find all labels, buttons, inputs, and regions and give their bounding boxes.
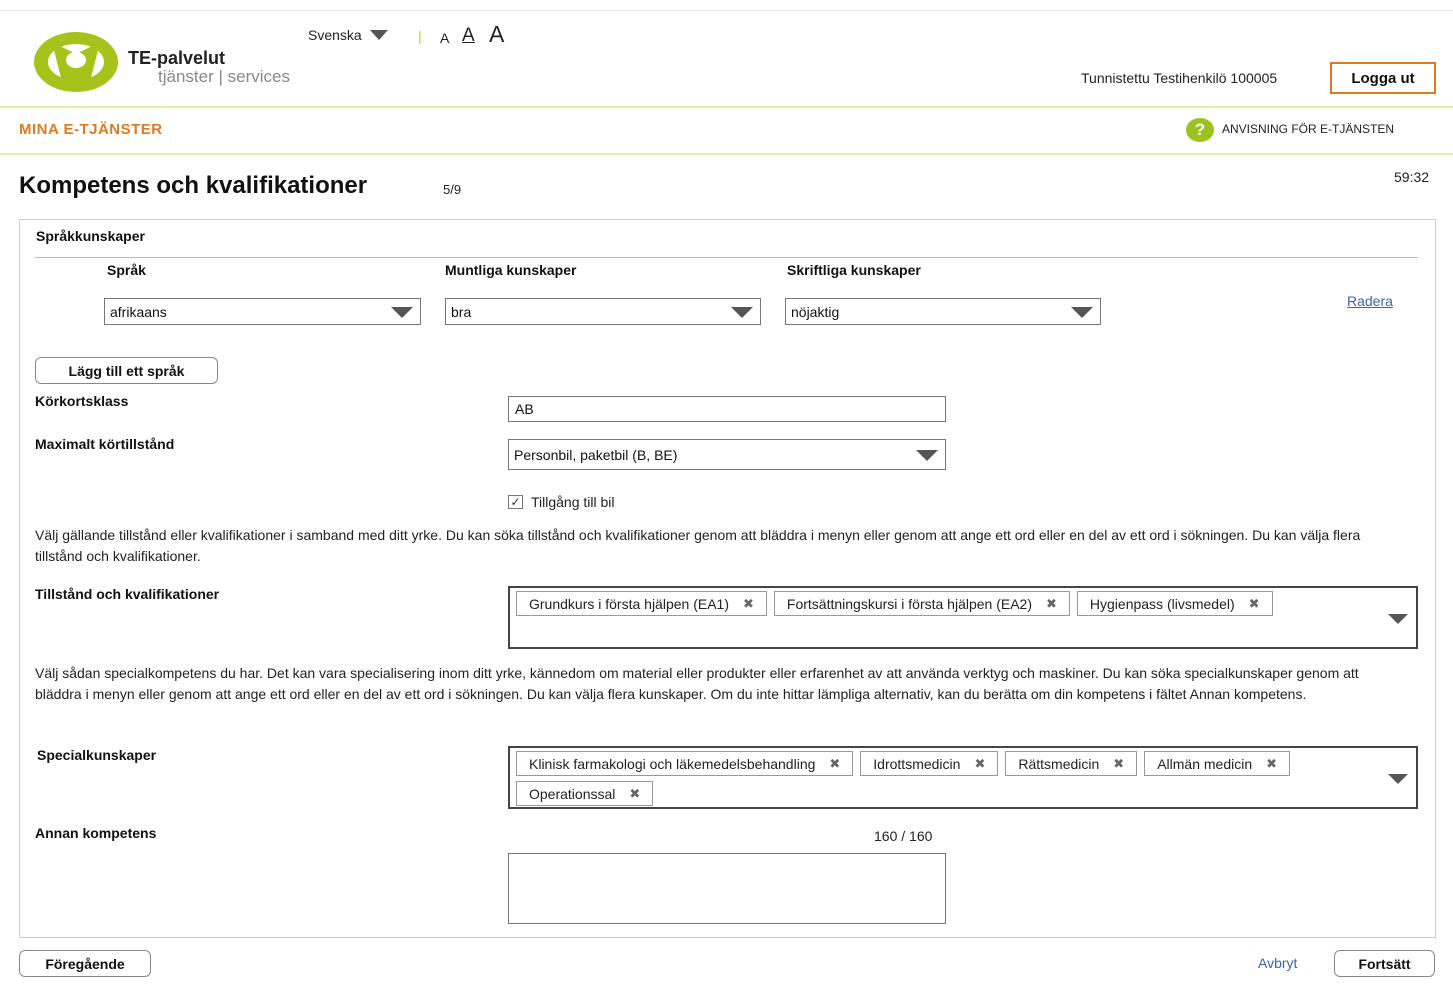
form-panel bbox=[19, 219, 1436, 938]
license-class-label: Körkortsklass bbox=[35, 393, 129, 409]
brand-subtitle: tjänster | services bbox=[158, 67, 290, 86]
chevron-down-icon bbox=[1071, 306, 1093, 318]
language-select-value: afrikaans bbox=[110, 303, 167, 320]
selected-tag: Allmän medicin ✖ bbox=[1144, 751, 1291, 776]
chevron-down-icon bbox=[391, 306, 413, 318]
column-header-written: Skriftliga kunskaper bbox=[787, 262, 921, 278]
nav-divider bbox=[0, 153, 1453, 155]
previous-button[interactable]: Föregående bbox=[19, 950, 151, 977]
tag-label: Allmän medicin bbox=[1157, 755, 1253, 772]
car-access-label: Tillgång till bil bbox=[531, 494, 615, 510]
language-select[interactable]: afrikaans bbox=[104, 298, 421, 325]
selected-tag: Klinisk farmakologi och läkemedelsbehand… bbox=[516, 751, 854, 776]
max-license-select[interactable]: Personbil, paketbil (B, BE) bbox=[508, 439, 946, 470]
tag-label: Rättsmedicin bbox=[1018, 755, 1100, 772]
tag-label: Hygienpass (livsmedel) bbox=[1089, 595, 1235, 612]
remove-tag-icon[interactable]: ✖ bbox=[629, 786, 640, 802]
help-icon[interactable]: ? bbox=[1186, 118, 1214, 142]
max-license-value: Personbil, paketbil (B, BE) bbox=[514, 446, 678, 463]
font-size-medium-button[interactable]: A bbox=[462, 25, 475, 47]
written-skill-value: nöjaktig bbox=[791, 303, 840, 320]
help-link[interactable]: ANVISNING FÖR E-TJÄNSTEN bbox=[1222, 122, 1394, 136]
chevron-down-icon bbox=[369, 30, 388, 40]
tag-label: Operationssal bbox=[529, 785, 616, 802]
nav-my-eservices[interactable]: MINA E-TJÄNSTER bbox=[19, 121, 163, 138]
other-competence-textarea[interactable] bbox=[508, 853, 946, 924]
oral-skill-select[interactable]: bra bbox=[445, 298, 761, 325]
remove-tag-icon[interactable]: ✖ bbox=[1113, 756, 1124, 772]
selected-tag: Grundkurs i första hjälpen (EA1) ✖ bbox=[516, 591, 767, 616]
page-title: Kompetens och kvalifikationer bbox=[19, 172, 368, 199]
permits-label: Tillstånd och kvalifikationer bbox=[35, 586, 220, 602]
remove-tag-icon[interactable]: ✖ bbox=[1046, 596, 1057, 612]
font-size-small-button[interactable]: A bbox=[440, 30, 449, 46]
tag-label: Grundkurs i första hjälpen (EA1) bbox=[529, 595, 729, 612]
delete-language-link[interactable]: Radera bbox=[1347, 293, 1393, 309]
logout-button[interactable]: Logga ut bbox=[1330, 62, 1436, 94]
selected-tag: Operationssal ✖ bbox=[516, 781, 654, 806]
special-skills-tag-list: Klinisk farmakologi och läkemedelsbehand… bbox=[516, 751, 1376, 806]
selected-tag: Hygienpass (livsmedel) ✖ bbox=[1076, 591, 1273, 616]
remove-tag-icon[interactable]: ✖ bbox=[974, 756, 985, 772]
other-competence-label: Annan kompetens bbox=[35, 825, 157, 841]
max-license-label: Maximalt körtillstånd bbox=[35, 436, 175, 452]
continue-button[interactable]: Fortsätt bbox=[1334, 950, 1435, 977]
chevron-down-icon[interactable] bbox=[1388, 773, 1408, 784]
page-step: 5/9 bbox=[443, 182, 462, 197]
special-skills-label: Specialkunskaper bbox=[37, 747, 157, 763]
add-language-button[interactable]: Lägg till ett språk bbox=[35, 357, 218, 384]
font-size-large-button[interactable]: A bbox=[489, 21, 504, 48]
selected-tag: Idrottsmedicin ✖ bbox=[860, 751, 999, 776]
remove-tag-icon[interactable]: ✖ bbox=[743, 596, 754, 612]
tag-label: Klinisk farmakologi och läkemedelsbehand… bbox=[529, 755, 816, 772]
column-header-language: Språk bbox=[107, 262, 146, 278]
chevron-down-icon bbox=[916, 449, 938, 461]
section-title-languages: Språkkunskaper bbox=[36, 228, 145, 244]
written-skill-select[interactable]: nöjaktig bbox=[785, 298, 1101, 325]
tag-label: Fortsättningskursi i första hjälpen (EA2… bbox=[786, 595, 1032, 612]
authenticated-user: Tunnistettu Testihenkilö 100005 bbox=[1081, 70, 1278, 86]
remove-tag-icon[interactable]: ✖ bbox=[1266, 756, 1277, 772]
language-separator: | bbox=[418, 28, 422, 44]
languages-divider bbox=[35, 257, 1418, 258]
header-divider bbox=[0, 106, 1453, 108]
brand-name: TE-palvelut bbox=[128, 48, 226, 68]
license-class-input[interactable]: AB bbox=[508, 396, 946, 422]
remove-tag-icon[interactable]: ✖ bbox=[829, 756, 840, 772]
tag-label: Idrottsmedicin bbox=[873, 755, 961, 772]
car-access-checkbox[interactable]: ✓ bbox=[508, 495, 523, 509]
cancel-link[interactable]: Avbryt bbox=[1258, 955, 1297, 971]
chevron-down-icon[interactable] bbox=[1388, 613, 1408, 624]
permits-multiselect[interactable]: Grundkurs i första hjälpen (EA1) ✖ Fortsät… bbox=[508, 586, 1418, 649]
special-skills-multiselect[interactable]: Klinisk farmakologi och läkemedelsbehand… bbox=[508, 746, 1418, 809]
character-counter: 160 / 160 bbox=[874, 828, 933, 844]
selected-tag: Fortsättningskursi i första hjälpen (EA2… bbox=[773, 591, 1070, 616]
permits-help-text: Välj gällande tillstånd eller kvalifikat… bbox=[35, 527, 1361, 564]
language-label: Svenska bbox=[308, 27, 362, 43]
selected-tag: Rättsmedicin ✖ bbox=[1005, 751, 1138, 776]
remove-tag-icon[interactable]: ✖ bbox=[1249, 596, 1260, 612]
chevron-down-icon bbox=[731, 306, 753, 318]
language-selector[interactable]: Svenska bbox=[308, 27, 388, 43]
te-palvelut-logo bbox=[34, 32, 118, 92]
column-header-oral: Muntliga kunskaper bbox=[445, 262, 577, 278]
oral-skill-value: bra bbox=[451, 303, 472, 320]
top-border bbox=[0, 10, 1453, 11]
special-help-text: Välj sådan specialkompetens du har. Det … bbox=[35, 665, 1359, 702]
permits-tag-list: Grundkurs i första hjälpen (EA1) ✖ Fortsät… bbox=[516, 591, 1376, 616]
session-timer: 59:32 bbox=[1394, 169, 1430, 185]
